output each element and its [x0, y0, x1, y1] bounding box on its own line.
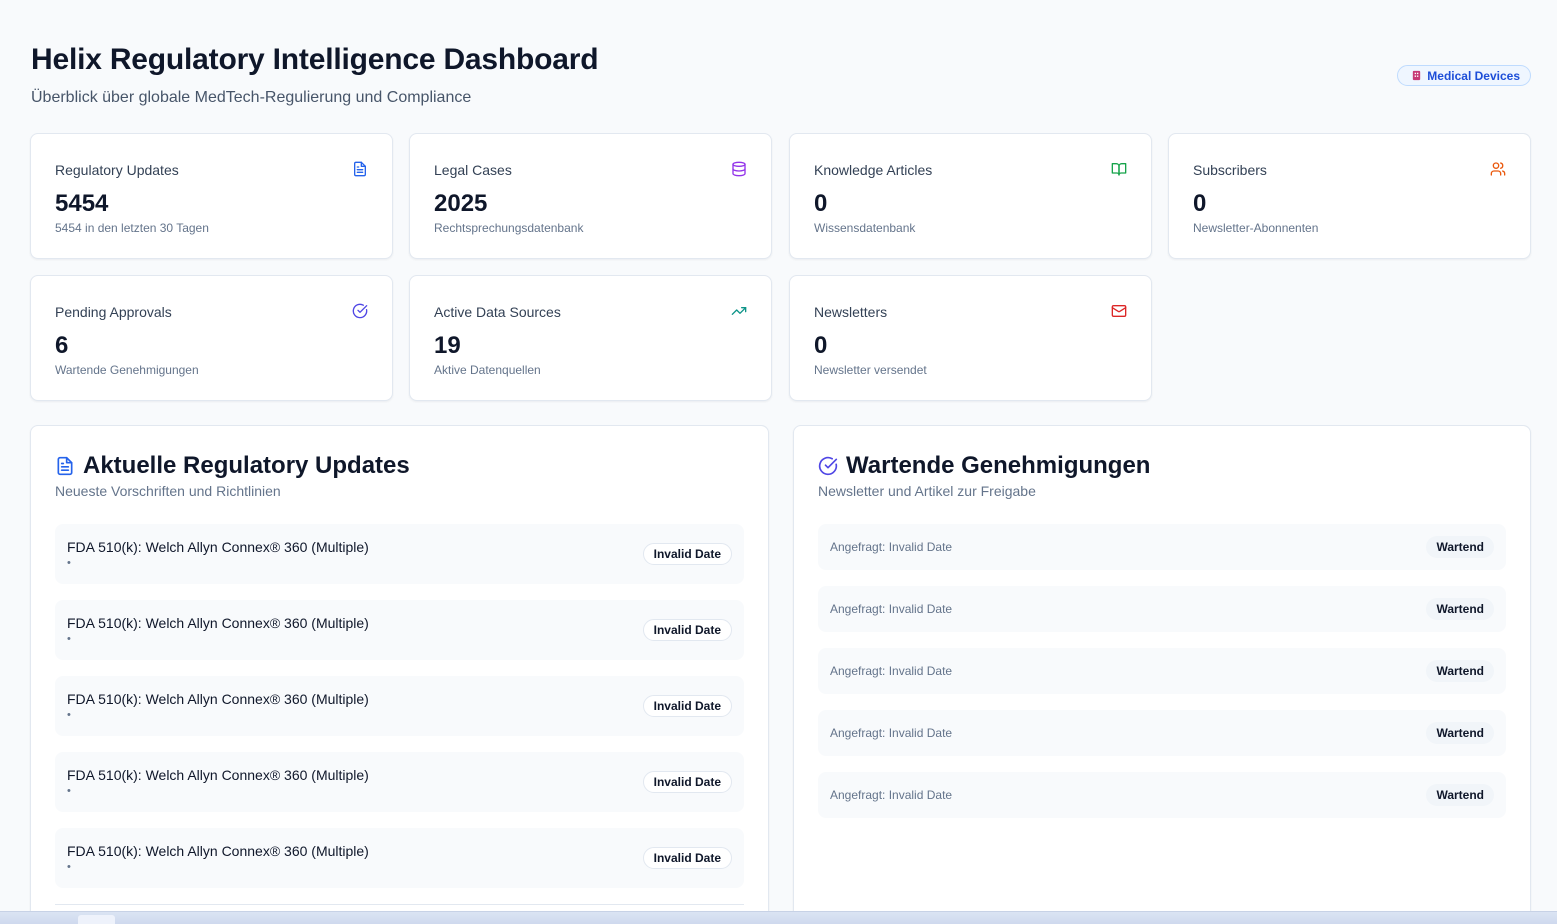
update-meta: • [67, 557, 71, 569]
panel-header: Aktuelle Regulatory Updates [55, 452, 410, 480]
domain-badge-label: Medical Devices [1427, 68, 1520, 83]
update-meta: • [67, 709, 71, 721]
stat-value: 5454 [55, 190, 109, 217]
status-badge: Wartend [1426, 722, 1494, 744]
date-badge: Invalid Date [642, 695, 732, 717]
stat-value: 0 [1193, 190, 1207, 217]
date-badge: Invalid Date [642, 847, 732, 869]
approval-item[interactable]: Angefragt: Invalid Date Wartend [818, 710, 1506, 756]
stat-label: Active Data Sources [434, 304, 561, 320]
stat-card-legal-cases[interactable]: Legal Cases 2025 Rechtsprechungsdatenban… [409, 133, 772, 259]
stat-description: Newsletter versendet [814, 363, 927, 377]
update-item[interactable]: FDA 510(k): Welch Allyn Connex® 360 (Mul… [55, 828, 744, 888]
check-circle-icon [818, 456, 838, 476]
update-title: FDA 510(k): Welch Allyn Connex® 360 (Mul… [67, 539, 369, 555]
approval-item[interactable]: Angefragt: Invalid Date Wartend [818, 648, 1506, 694]
stat-label: Knowledge Articles [814, 162, 933, 178]
database-icon [732, 161, 746, 177]
approval-requested: Angefragt: Invalid Date [830, 726, 953, 740]
update-title: FDA 510(k): Welch Allyn Connex® 360 (Mul… [67, 615, 369, 631]
stat-card-subscribers[interactable]: Subscribers 0 Newsletter-Abonnenten [1168, 133, 1531, 259]
update-meta: • [67, 785, 71, 797]
stat-value: 6 [55, 332, 69, 359]
date-badge: Invalid Date [642, 771, 732, 793]
panel-title: Aktuelle Regulatory Updates [83, 452, 410, 479]
status-badge: Wartend [1426, 660, 1494, 682]
domain-badge[interactable]: Medical Devices [1397, 65, 1531, 86]
stat-card-newsletters[interactable]: Newsletters 0 Newsletter versendet [789, 275, 1152, 401]
divider [55, 904, 744, 905]
update-title: FDA 510(k): Welch Allyn Connex® 360 (Mul… [67, 691, 369, 707]
stat-value: 19 [434, 332, 461, 359]
approval-requested: Angefragt: Invalid Date [830, 788, 953, 802]
approval-item[interactable]: Angefragt: Invalid Date Wartend [818, 772, 1506, 818]
dashboard-page: Helix Regulatory Intelligence Dashboard … [0, 0, 1557, 924]
trending-up-icon [731, 307, 747, 315]
book-open-icon [1111, 163, 1127, 176]
file-text-icon [57, 456, 73, 476]
stat-value: 0 [814, 190, 828, 217]
update-meta: • [67, 861, 71, 873]
panel-header: Wartende Genehmigungen [818, 452, 1150, 480]
stat-card-active-data-sources[interactable]: Active Data Sources 19 Aktive Datenquell… [409, 275, 772, 401]
stat-value: 2025 [434, 190, 488, 217]
taskbar-button[interactable] [78, 915, 115, 924]
panel-title: Wartende Genehmigungen [846, 452, 1151, 479]
approval-item[interactable]: Angefragt: Invalid Date Wartend [818, 586, 1506, 632]
page-subtitle: Überblick über globale MedTech-Regulieru… [31, 89, 472, 106]
approval-requested: Angefragt: Invalid Date [830, 540, 953, 554]
panel-subtitle: Newsletter und Artikel zur Freigabe [818, 483, 1036, 499]
stat-value: 0 [814, 332, 828, 359]
file-text-icon [354, 161, 366, 177]
date-badge: Invalid Date [642, 619, 732, 641]
stat-label: Subscribers [1193, 162, 1267, 178]
stat-description: Aktive Datenquellen [434, 363, 541, 377]
update-title: FDA 510(k): Welch Allyn Connex® 360 (Mul… [67, 767, 369, 783]
pending-approvals-panel: Wartende Genehmigungen Newsletter und Ar… [793, 425, 1531, 924]
stat-label: Regulatory Updates [55, 162, 179, 178]
approvals-list: Angefragt: Invalid Date Wartend Angefrag… [818, 524, 1506, 834]
stat-description: Wartende Genehmigungen [55, 363, 199, 377]
mail-icon [1111, 305, 1127, 317]
stat-card-knowledge-articles[interactable]: Knowledge Articles 0 Wissensdatenbank [789, 133, 1152, 259]
check-circle-icon [352, 303, 368, 319]
approval-item[interactable]: Angefragt: Invalid Date Wartend [818, 524, 1506, 570]
update-item[interactable]: FDA 510(k): Welch Allyn Connex® 360 (Mul… [55, 676, 744, 736]
regulatory-updates-panel: Aktuelle Regulatory Updates Neueste Vors… [30, 425, 769, 924]
status-badge: Wartend [1426, 784, 1494, 806]
status-badge: Wartend [1426, 598, 1494, 620]
stat-description: 5454 in den letzten 30 Tagen [55, 221, 209, 235]
approval-requested: Angefragt: Invalid Date [830, 664, 953, 678]
stat-card-pending-approvals[interactable]: Pending Approvals 6 Wartende Genehmigung… [30, 275, 393, 401]
update-item[interactable]: FDA 510(k): Welch Allyn Connex® 360 (Mul… [55, 524, 744, 584]
stat-label: Pending Approvals [55, 304, 172, 320]
update-title: FDA 510(k): Welch Allyn Connex® 360 (Mul… [67, 843, 369, 859]
stat-card-regulatory-updates[interactable]: Regulatory Updates 5454 5454 in den letz… [30, 133, 393, 259]
users-icon [1490, 162, 1506, 176]
stat-label: Legal Cases [434, 162, 512, 178]
stat-description: Rechtsprechungsdatenbank [434, 221, 584, 235]
page-header: Helix Regulatory Intelligence Dashboard … [30, 0, 1531, 133]
update-meta: • [67, 633, 71, 645]
update-item[interactable]: FDA 510(k): Welch Allyn Connex® 360 (Mul… [55, 752, 744, 812]
updates-list: FDA 510(k): Welch Allyn Connex® 360 (Mul… [55, 524, 744, 904]
update-item[interactable]: FDA 510(k): Welch Allyn Connex® 360 (Mul… [55, 600, 744, 660]
date-badge: Invalid Date [642, 543, 732, 565]
building-icon [1413, 70, 1421, 81]
status-badge: Wartend [1426, 536, 1494, 558]
stat-description: Newsletter-Abonnenten [1193, 221, 1319, 235]
taskbar [0, 911, 1557, 924]
page-title: Helix Regulatory Intelligence Dashboard [31, 43, 599, 76]
approval-requested: Angefragt: Invalid Date [830, 602, 953, 616]
panel-subtitle: Neueste Vorschriften und Richtlinien [55, 483, 281, 499]
stat-label: Newsletters [814, 304, 888, 320]
stat-description: Wissensdatenbank [814, 221, 916, 235]
